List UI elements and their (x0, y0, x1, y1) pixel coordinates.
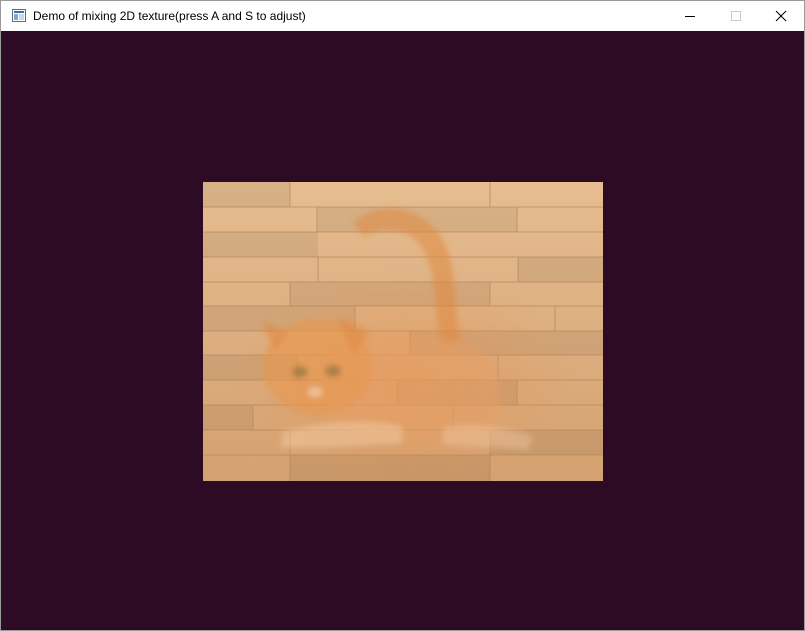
app-icon (12, 9, 26, 22)
minimize-button[interactable] (667, 1, 713, 31)
title-bar[interactable]: Demo of mixing 2D texture(press A and S … (1, 1, 804, 31)
textured-quad (203, 182, 603, 481)
close-button[interactable] (758, 1, 804, 31)
window-title: Demo of mixing 2D texture(press A and S … (33, 9, 306, 23)
app-window: Demo of mixing 2D texture(press A and S … (0, 0, 805, 631)
minimize-icon (685, 16, 695, 17)
close-icon (775, 10, 787, 22)
opengl-viewport (1, 31, 804, 630)
maximize-icon (731, 11, 741, 21)
maximize-button[interactable] (713, 1, 759, 31)
